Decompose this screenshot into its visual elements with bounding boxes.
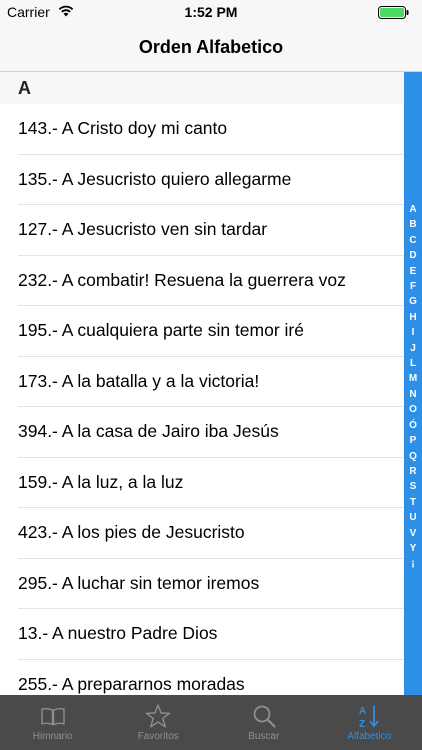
index-letter[interactable]: O: [404, 402, 422, 417]
list-item[interactable]: 173.- A la batalla y a la victoria!: [18, 357, 404, 407]
index-letter[interactable]: F: [404, 279, 422, 294]
tab-hymnal[interactable]: Himnario: [0, 695, 106, 750]
status-time: 1:52 PM: [184, 4, 238, 20]
index-letter[interactable]: Q: [404, 449, 422, 464]
list-item-label: 195.- A cualquiera parte sin temor iré: [18, 320, 304, 340]
section-header: A: [0, 72, 404, 104]
index-letter[interactable]: H: [404, 310, 422, 325]
list-item[interactable]: 159.- A la luz, a la luz: [18, 458, 404, 508]
book-icon: [41, 707, 65, 726]
list-item-label: 13.- A nuestro Padre Dios: [18, 623, 218, 643]
svg-text:Z: Z: [359, 719, 365, 729]
list-item[interactable]: 135.- A Jesucristo quiero allegarme: [18, 155, 404, 205]
index-letter[interactable]: B: [404, 217, 422, 232]
tab-bar: Himnario Favoritos Buscar A Z Alfabetico: [0, 695, 422, 750]
index-letter[interactable]: V: [404, 526, 422, 541]
index-letter[interactable]: J: [404, 341, 422, 356]
index-letter[interactable]: C: [404, 233, 422, 248]
status-bar: Carrier 1:52 PM: [0, 0, 422, 24]
list-item-label: 394.- A la casa de Jairo iba Jesús: [18, 421, 279, 441]
list-item-label: 173.- A la batalla y a la victoria!: [18, 370, 260, 391]
section-index-bar[interactable]: A B C D E F G H I J L M N O Ó P Q R S T …: [404, 72, 422, 696]
search-icon: [253, 705, 276, 728]
index-letter[interactable]: M: [404, 371, 422, 386]
battery-icon: [378, 6, 409, 19]
index-letter[interactable]: P: [404, 433, 422, 448]
index-letter[interactable]: E: [404, 264, 422, 279]
index-letter[interactable]: Ó: [404, 418, 422, 433]
list-item-label: 143.- A Cristo doy mi canto: [18, 118, 228, 138]
list-item-label: 295.- A luchar sin temor iremos: [18, 572, 260, 593]
list-item[interactable]: 394.- A la casa de Jairo iba Jesús: [18, 407, 404, 458]
tab-label: Favoritos: [137, 731, 179, 742]
list-item[interactable]: 195.- A cualquiera parte sin temor iré: [18, 306, 404, 357]
section-letter: A: [18, 78, 31, 98]
tab-label: Alfabetico: [347, 731, 392, 742]
svg-text:A: A: [359, 706, 366, 717]
tab-search[interactable]: Buscar: [211, 695, 317, 750]
index-letter[interactable]: Y: [404, 541, 422, 556]
list-item[interactable]: 423.- A los pies de Jesucristo: [18, 508, 404, 559]
section-index-letters: A B C D E F G H I J L M N O Ó P Q R S T …: [404, 202, 422, 572]
star-icon: [146, 704, 171, 728]
index-letter[interactable]: U: [404, 510, 422, 525]
list-item-label: 232.- A combatir! Resuena la guerrera vo…: [18, 269, 346, 290]
list-item-label: 423.- A los pies de Jesucristo: [18, 522, 245, 542]
index-letter[interactable]: A: [404, 202, 422, 217]
hymn-list: 143.- A Cristo doy mi canto 135.- A Jesu…: [0, 104, 404, 694]
navigation-bar: Orden Alfabetico: [0, 24, 422, 72]
list-item-label: 159.- A la luz, a la luz: [18, 471, 184, 492]
tab-alphabetic[interactable]: A Z Alfabetico: [317, 695, 422, 750]
sort-alpha-icon: A Z: [359, 706, 379, 729]
index-letter[interactable]: I: [404, 325, 422, 340]
list-item[interactable]: 13.- A nuestro Padre Dios: [18, 609, 404, 660]
list-item-label: 135.- A Jesucristo quiero allegarme: [18, 168, 292, 189]
list-item[interactable]: 255.- A prepararnos moradas: [18, 660, 404, 695]
tab-favorites[interactable]: Favoritos: [106, 695, 212, 750]
index-letter[interactable]: ¡: [404, 556, 422, 571]
index-letter[interactable]: L: [404, 356, 422, 371]
index-letter[interactable]: G: [404, 294, 422, 309]
list-item-label: 127.- A Jesucristo ven sin tardar: [18, 219, 268, 239]
index-letter[interactable]: S: [404, 479, 422, 494]
tab-label: Buscar: [248, 731, 280, 742]
list-item[interactable]: 232.- A combatir! Resuena la guerrera vo…: [18, 256, 404, 306]
index-letter[interactable]: N: [404, 387, 422, 402]
index-letter[interactable]: D: [404, 248, 422, 263]
list-item[interactable]: 295.- A luchar sin temor iremos: [18, 559, 404, 609]
tab-label: Himnario: [32, 731, 73, 742]
list-item[interactable]: 143.- A Cristo doy mi canto: [18, 104, 404, 155]
index-letter[interactable]: R: [404, 464, 422, 479]
list-item[interactable]: 127.- A Jesucristo ven sin tardar: [18, 205, 404, 256]
page-title: Orden Alfabetico: [138, 37, 284, 57]
list-item-label: 255.- A prepararnos moradas: [18, 673, 245, 694]
index-letter[interactable]: T: [404, 495, 422, 510]
